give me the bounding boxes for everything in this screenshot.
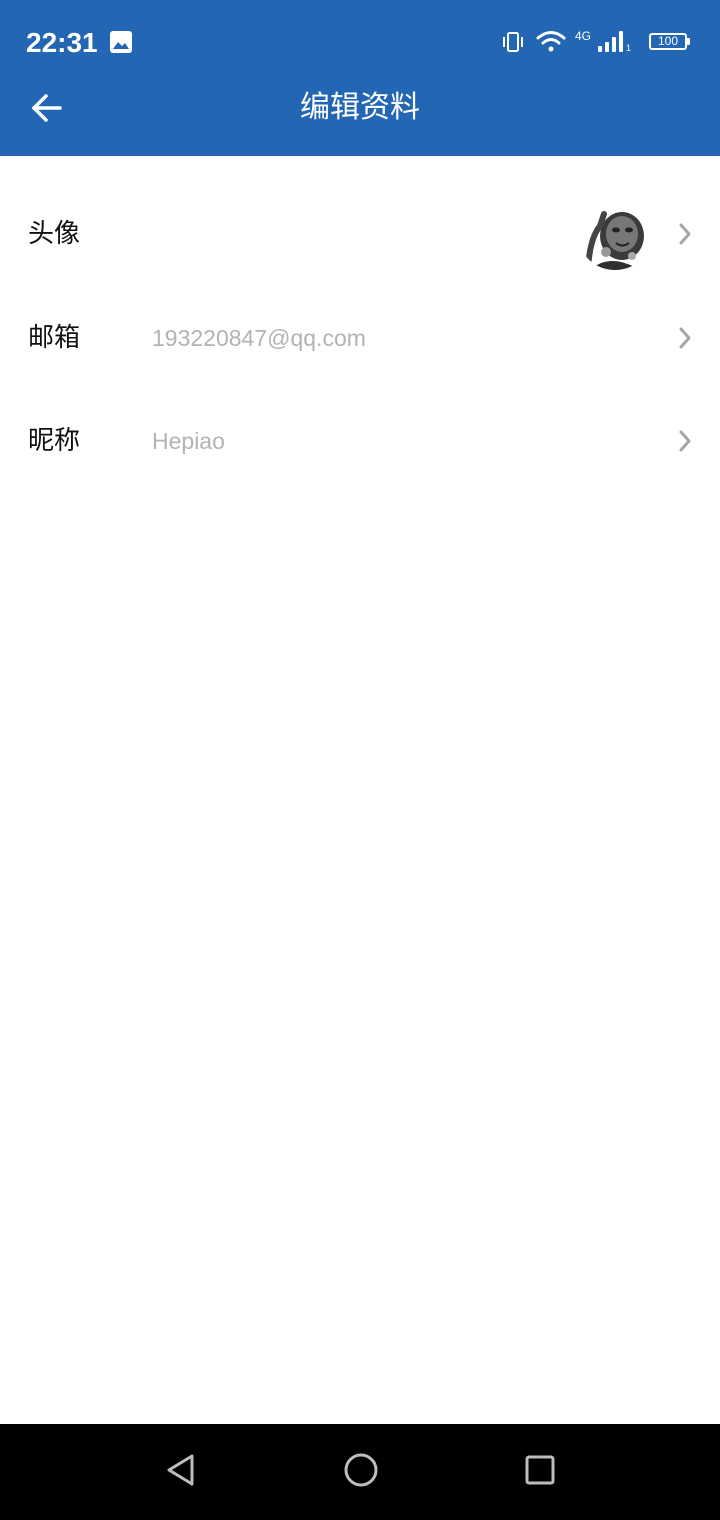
email-row[interactable]: 邮箱 193220847@qq.com xyxy=(0,288,720,388)
back-icon xyxy=(167,1454,194,1486)
email-value: 193220847@qq.com xyxy=(152,325,366,351)
nav-back-button[interactable] xyxy=(164,1450,198,1494)
battery-icon: 100 xyxy=(649,33,690,50)
nav-recents-button[interactable] xyxy=(522,1450,558,1494)
vibrate-icon xyxy=(502,31,524,57)
chevron-right-icon xyxy=(679,223,691,245)
network-type: 4G xyxy=(575,29,592,43)
chevron-right-icon xyxy=(679,327,691,349)
recents-icon xyxy=(525,1455,555,1485)
sim-indicator: 1 xyxy=(626,43,632,53)
nav-home-button[interactable] xyxy=(342,1450,380,1494)
signal-icon xyxy=(596,30,624,56)
chevron-right-icon xyxy=(679,430,691,452)
nickname-row[interactable]: 昵称 Hepiao xyxy=(0,391,720,491)
email-label: 邮箱 xyxy=(28,323,81,353)
avatar[interactable] xyxy=(580,208,650,270)
nickname-value: Hepiao xyxy=(152,428,225,454)
avatar-label: 头像 xyxy=(28,219,81,249)
home-icon xyxy=(344,1453,378,1487)
app-bar: 22:31 4G 1 100 编辑资料 xyxy=(0,0,720,156)
nickname-label: 昵称 xyxy=(28,426,81,456)
status-time: 22:31 xyxy=(26,27,98,58)
gallery-icon xyxy=(110,31,132,57)
wifi-icon xyxy=(536,30,566,58)
page-title: 编辑资料 xyxy=(300,90,420,125)
system-nav-bar xyxy=(0,1424,720,1520)
